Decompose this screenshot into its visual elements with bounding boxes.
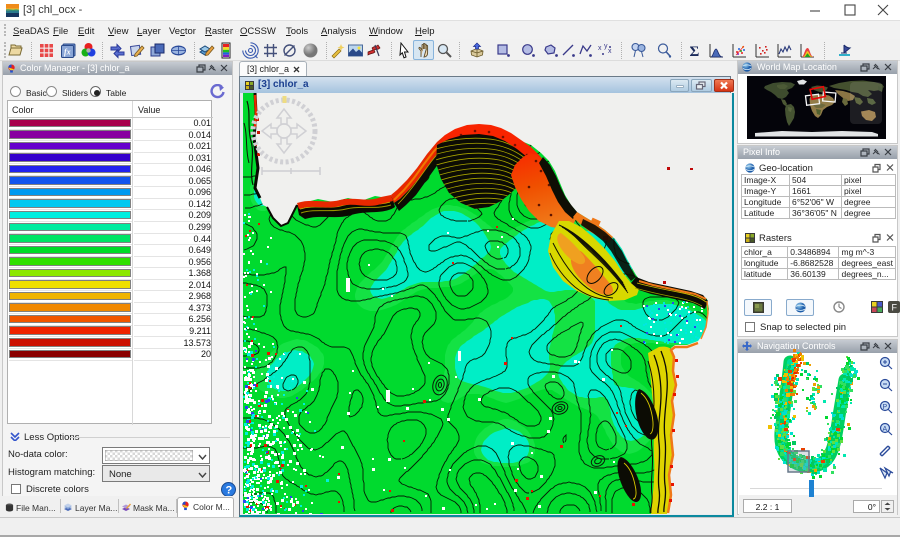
svg-text:x: x: [598, 45, 602, 52]
svg-text:x: x: [608, 48, 612, 55]
svg-text:fx: fx: [64, 48, 71, 57]
svg-text:?: ?: [226, 485, 233, 497]
svg-text:P: P: [883, 404, 888, 411]
svg-text:A: A: [883, 426, 888, 433]
svg-text:F: F: [892, 303, 898, 313]
svg-text:Σ: Σ: [690, 44, 700, 59]
